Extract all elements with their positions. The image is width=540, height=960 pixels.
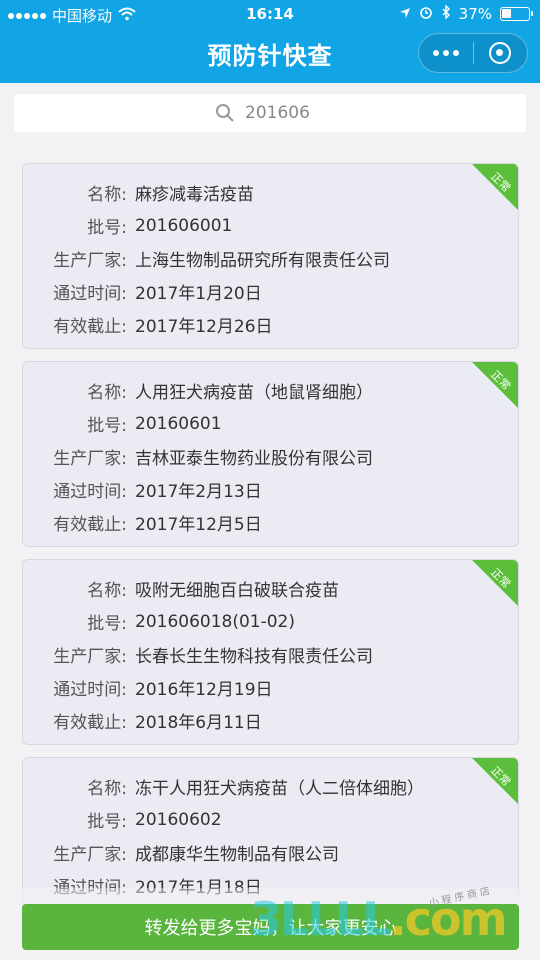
field-value: 麻疹减毒活疫苗 [135,185,254,205]
info-row-expiry: 有效截止: 2017年12月26日 [23,308,390,341]
miniprogram-capsule [418,33,528,73]
info-row-name: 名称: 冻干人用狂犬病疫苗（人二倍体细胞） [23,770,424,803]
field-label: 批号: [87,614,127,634]
info-row-pass-time: 通过时间: 2017年2月13日 [23,473,373,506]
field-label: 批号: [87,812,127,832]
status-badge: 正常 [472,560,518,606]
field-label: 生产厂家: [53,251,127,271]
field-value: 2017年2月13日 [135,482,262,502]
field-label: 有效截止: [53,515,127,535]
field-value: 20160601 [135,413,222,434]
info-row-maker: 生产厂家: 上海生物制品研究所有限责任公司 [23,242,390,275]
field-value: 20160602 [135,809,222,830]
field-value: 人用狂犬病疫苗（地鼠肾细胞） [135,383,373,403]
field-value: 2016年12月19日 [135,680,273,700]
field-label: 通过时间: [53,284,127,304]
field-value: 2017年12月26日 [135,317,273,337]
info-row-batch: 批号: 201606001 [23,209,390,242]
vaccine-list: 名称: 麻疹减毒活疫苗 批号: 201606001 生产厂家: 上海生物制品研究所有限责任… [22,163,519,955]
field-value: 上海生物制品研究所有限责任公司 [135,251,390,271]
field-label: 名称: [87,779,127,799]
status-badge: 正常 [472,758,518,804]
info-row-maker: 生产厂家: 长春长生生物科技有限责任公司 [23,638,373,671]
field-value: 冻干人用狂犬病疫苗（人二倍体细胞） [135,779,424,799]
info-row-pass-time: 通过时间: 2017年1月20日 [23,275,390,308]
field-label: 通过时间: [53,680,127,700]
field-value: 吸附无细胞百白破联合疫苗 [135,581,339,601]
info-row-name: 名称: 吸附无细胞百白破联合疫苗 [23,572,373,605]
field-value: 吉林亚泰生物药业股份有限公司 [135,449,373,469]
location-icon [399,5,411,23]
info-row-pass-time: 通过时间: 2016年12月19日 [23,671,373,704]
field-value: 201606001 [135,215,233,236]
info-row-batch: 批号: 201606018(01-02) [23,605,373,638]
info-row-maker: 生产厂家: 吉林亚泰生物药业股份有限公司 [23,440,373,473]
vaccine-card[interactable]: 名称: 麻疹减毒活疫苗 批号: 201606001 生产厂家: 上海生物制品研究所有限责任… [22,163,519,349]
field-label: 生产厂家: [53,845,127,865]
bluetooth-icon [441,4,451,23]
field-label: 有效截止: [53,713,127,733]
alarm-icon [419,5,433,23]
info-row-maker: 生产厂家: 成都康华生物制品有限公司 [23,836,424,869]
field-value: 201606018(01-02) [135,611,296,632]
battery-percent: 37% [458,5,492,23]
info-row-batch: 批号: 20160601 [23,407,373,440]
field-value: 2017年12月5日 [135,515,262,535]
field-label: 名称: [87,581,127,601]
status-bar: 中国移动 16:14 37% [0,0,540,28]
vaccine-info: 名称: 吸附无细胞百白破联合疫苗 批号: 201606018(01-02) 生产厂家: 长… [23,572,373,737]
field-value: 2018年6月11日 [135,713,262,733]
vaccine-card[interactable]: 名称: 人用狂犬病疫苗（地鼠肾细胞） 批号: 20160601 生产厂家: 吉林亚泰生物药… [22,361,519,547]
status-badge: 正常 [472,164,518,210]
vaccine-info: 名称: 人用狂犬病疫苗（地鼠肾细胞） 批号: 20160601 生产厂家: 吉林亚泰生物药… [23,374,373,539]
status-badge: 正常 [472,362,518,408]
search-input[interactable] [245,103,325,123]
field-label: 批号: [87,218,127,238]
more-icon[interactable] [419,50,473,56]
search-bar[interactable] [14,94,526,132]
close-miniprogram-icon[interactable] [474,42,528,64]
field-label: 生产厂家: [53,647,127,667]
field-label: 名称: [87,383,127,403]
field-label: 名称: [87,185,127,205]
field-label: 有效截止: [53,317,127,337]
search-icon [216,104,234,122]
info-row-batch: 批号: 20160602 [23,803,424,836]
info-row-expiry: 有效截止: 2018年6月11日 [23,704,373,737]
info-row-name: 名称: 人用狂犬病疫苗（地鼠肾细胞） [23,374,373,407]
info-row-name: 名称: 麻疹减毒活疫苗 [23,176,390,209]
top-bar: 中国移动 16:14 37% 预防针快查 [0,0,540,83]
vaccine-card[interactable]: 名称: 吸附无细胞百白破联合疫苗 批号: 201606018(01-02) 生产厂家: 长… [22,559,519,745]
vaccine-info: 名称: 麻疹减毒活疫苗 批号: 201606001 生产厂家: 上海生物制品研究所有限责任… [23,176,390,341]
field-label: 生产厂家: [53,449,127,469]
field-value: 2017年1月20日 [135,284,262,304]
battery-icon [500,7,533,21]
field-value: 长春长生生物科技有限责任公司 [135,647,373,667]
field-value: 成都康华生物制品有限公司 [135,845,339,865]
info-row-expiry: 有效截止: 2017年12月5日 [23,506,373,539]
field-label: 通过时间: [53,482,127,502]
field-label: 批号: [87,416,127,436]
